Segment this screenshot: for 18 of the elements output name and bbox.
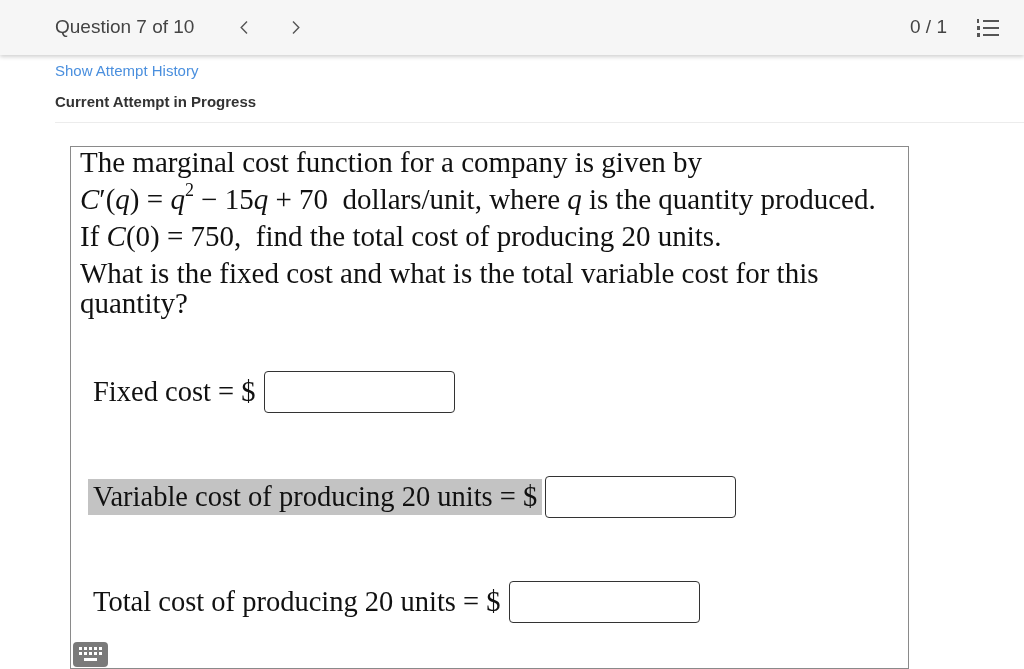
show-attempt-history-link[interactable]: Show Attempt History bbox=[55, 60, 199, 83]
chevron-left-icon bbox=[240, 21, 249, 34]
question-text: The marginal cost function for a company is given by bbox=[80, 147, 702, 177]
answer-field[interactable] bbox=[263, 371, 455, 413]
question-text: What is the fixed cost and what is the total variable cost for this quantity? bbox=[80, 258, 820, 318]
question-counter: Question 7 of 10 bbox=[55, 15, 195, 40]
answer-label: Total cost of producing 20 units = $ bbox=[92, 585, 502, 619]
chevron-right-icon bbox=[292, 21, 301, 34]
answer-field[interactable] bbox=[508, 581, 700, 623]
answer-field[interactable] bbox=[545, 476, 737, 518]
keyboard-icon[interactable] bbox=[73, 642, 108, 667]
question-text: If C(0) = 750, find the total cost of producing 20 units. bbox=[80, 221, 722, 251]
question-text: C′(q) = q$^{2}$ − 15q + 70 dollars/unit, where q is the quantity produced. bbox=[80, 184, 876, 214]
score-text: 0 / 1 bbox=[910, 15, 947, 40]
numbered-list-icon[interactable] bbox=[977, 17, 999, 38]
highlighted-answer-label: Variable cost of producing 20 units = $ bbox=[88, 479, 543, 515]
answer-label: Fixed cost = $ bbox=[92, 375, 257, 409]
attempt-status-text: Current Attempt in Progress bbox=[55, 92, 257, 112]
